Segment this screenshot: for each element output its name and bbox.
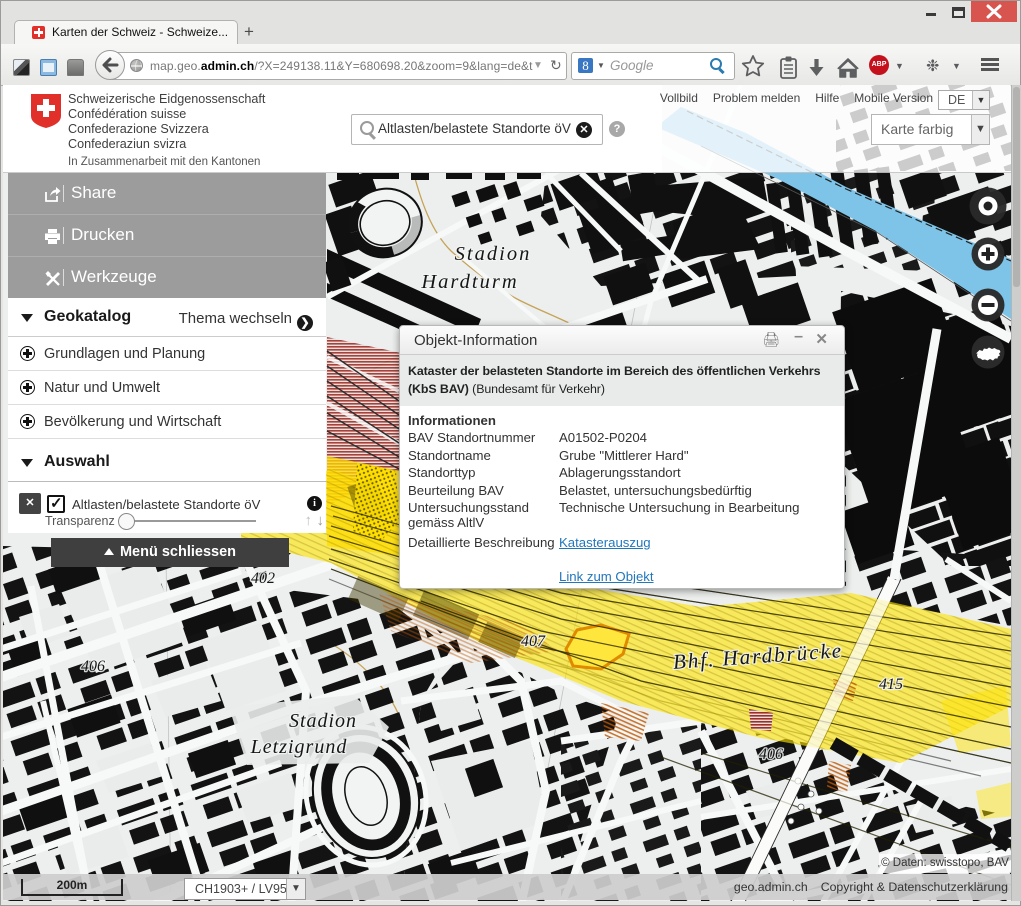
svg-text:415: 415 [879,676,903,693]
svg-text:Stadion: Stadion [289,710,357,732]
svg-text:407: 407 [521,633,546,650]
svg-text:402: 402 [251,570,275,587]
svg-text:Hardturm: Hardturm [420,271,518,293]
svg-text:Letzigrund: Letzigrund [250,736,348,758]
svg-text:406: 406 [81,658,105,675]
svg-text:Stadion: Stadion [455,243,532,265]
svg-text:406: 406 [759,746,783,763]
